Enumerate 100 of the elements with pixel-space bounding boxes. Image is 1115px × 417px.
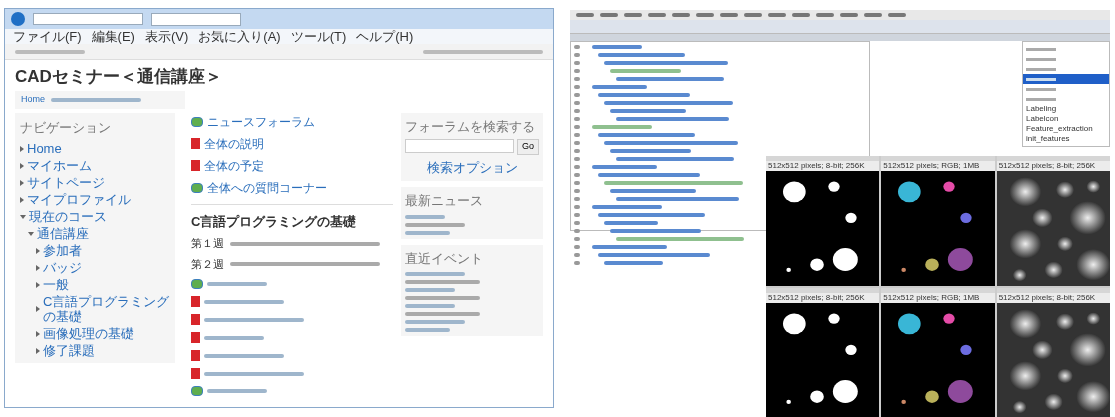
forum-icon xyxy=(191,182,203,193)
nav-item[interactable]: マイホーム xyxy=(27,158,92,174)
section-title: C言語プログラミングの基礎 xyxy=(191,212,358,231)
search-options-link[interactable]: 検索オプション xyxy=(405,157,539,178)
caret-icon xyxy=(36,281,40,288)
breadcrumb-link[interactable]: Home xyxy=(21,93,45,107)
caret-icon xyxy=(28,231,34,236)
back-button[interactable] xyxy=(11,12,25,26)
blurred-text xyxy=(648,13,666,17)
caret-icon xyxy=(36,347,40,354)
blurred-text xyxy=(720,13,738,17)
menu-item[interactable]: ツール(T) xyxy=(290,30,347,43)
caret-icon xyxy=(20,145,24,152)
activity-link[interactable]: 全体への質問コーナー xyxy=(207,178,327,197)
menu-item[interactable]: 表示(V) xyxy=(144,30,189,43)
menu-item[interactable]: お気に入り(A) xyxy=(198,30,281,43)
menu-item[interactable]: ヘルプ(H) xyxy=(356,30,414,43)
activity-link[interactable]: 全体の説明 xyxy=(204,134,264,153)
file-icon xyxy=(191,296,200,308)
image-info: 512x512 pixels; 8-bit; 256K xyxy=(767,161,866,171)
blurred-text xyxy=(405,288,455,293)
activity-link[interactable]: ニュースフォーラム xyxy=(207,112,315,131)
caret-icon xyxy=(20,214,26,219)
block-title: ナビゲーション xyxy=(20,118,112,137)
blurred-text xyxy=(816,13,834,17)
blurred-text xyxy=(696,13,714,17)
blurred-text xyxy=(768,13,786,17)
caret-icon xyxy=(20,162,24,169)
caret-icon xyxy=(36,264,40,271)
image-info: 512x512 pixels; 8-bit; 256K xyxy=(997,161,1097,171)
nav-item[interactable]: サイトページ xyxy=(27,175,105,191)
image-info: 512x512 pixels; RGB; 1MB xyxy=(882,292,981,303)
nav-item[interactable]: Home xyxy=(27,141,62,157)
blurred-text xyxy=(888,13,906,17)
blurred-text xyxy=(744,13,762,17)
forum-icon xyxy=(191,279,203,290)
blurred-text xyxy=(207,282,267,287)
file-icon xyxy=(191,138,200,150)
nav-item[interactable]: マイプロファイル xyxy=(27,192,131,208)
outline-item[interactable]: Labelcon xyxy=(1023,114,1109,124)
forum-icon xyxy=(191,386,203,397)
caret-icon xyxy=(20,196,24,203)
search-field[interactable] xyxy=(405,139,514,154)
week-label: 第２週 xyxy=(191,256,224,272)
blurred-text xyxy=(405,304,455,309)
blurred-text xyxy=(592,125,652,129)
file-icon xyxy=(191,314,200,326)
block-title: フォーラムを検索する xyxy=(405,117,536,136)
caret-icon xyxy=(36,306,40,313)
image-info: 512x512 pixels; 8-bit; 256K xyxy=(767,292,866,303)
blurred-text xyxy=(610,69,681,73)
blurred-text xyxy=(207,389,267,394)
blurred-text xyxy=(792,13,810,17)
forum-icon xyxy=(191,116,203,127)
outline-item[interactable]: init_features xyxy=(1023,134,1109,144)
nav-item[interactable]: 一般 xyxy=(43,277,69,293)
blurred-text xyxy=(405,214,445,219)
menu-item[interactable]: ファイル(F) xyxy=(13,30,82,43)
image-info: 512x512 pixels; RGB; 1MB xyxy=(882,161,981,171)
file-icon xyxy=(191,332,200,344)
blurred-text xyxy=(576,13,594,17)
outline-item[interactable]: Labeling xyxy=(1023,104,1109,114)
blurred-text xyxy=(405,272,465,277)
go-button[interactable]: Go xyxy=(517,139,539,155)
blurred-text xyxy=(405,230,450,235)
nav-item[interactable]: 修了課題 xyxy=(43,343,95,359)
nav-item[interactable]: 画像処理の基礎 xyxy=(43,326,134,342)
blurred-text xyxy=(204,335,264,340)
file-icon xyxy=(191,350,200,362)
blurred-text xyxy=(624,13,642,17)
caret-icon xyxy=(20,179,24,186)
activity-link[interactable]: 全体の予定 xyxy=(204,156,264,175)
block-title: 直近イベント xyxy=(405,249,484,268)
blurred-text xyxy=(840,13,858,17)
menu-item[interactable]: 編集(E) xyxy=(91,30,135,43)
file-icon xyxy=(191,368,200,380)
nav-item[interactable]: 参加者 xyxy=(43,243,82,259)
caret-icon xyxy=(36,330,40,337)
blurred-text xyxy=(15,49,85,54)
browser-tab[interactable] xyxy=(151,12,241,26)
blurred-text xyxy=(405,222,465,227)
nav-item[interactable]: バッジ xyxy=(43,260,82,276)
blurred-text xyxy=(592,85,647,89)
blurred-text xyxy=(405,320,465,325)
image-info: 512x512 pixels; 8-bit; 256K xyxy=(997,292,1097,303)
blurred-text xyxy=(864,13,882,17)
address-bar[interactable] xyxy=(33,13,143,25)
blurred-text xyxy=(592,45,642,49)
nav-item[interactable]: 現在のコース xyxy=(29,209,107,225)
nav-item[interactable]: 通信講座 xyxy=(37,226,89,242)
blurred-text xyxy=(672,13,690,17)
outline-item[interactable] xyxy=(1023,74,1109,84)
file-icon xyxy=(191,160,200,172)
blurred-text xyxy=(405,328,450,333)
blurred-text xyxy=(604,221,658,225)
week-label: 第１週 xyxy=(191,236,224,252)
caret-icon xyxy=(36,247,40,254)
blurred-text xyxy=(604,261,663,265)
nav-item[interactable]: C言語プログラミングの基礎 xyxy=(43,294,170,325)
outline-item[interactable]: Feature_extraction xyxy=(1023,124,1109,134)
